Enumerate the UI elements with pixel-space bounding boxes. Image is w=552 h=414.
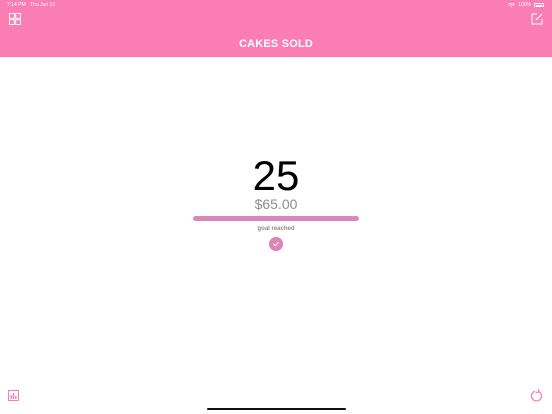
sold-amount: $65.00 bbox=[254, 196, 298, 212]
status-date: Thu Jun 13 bbox=[30, 2, 56, 8]
edit-icon[interactable] bbox=[531, 13, 543, 25]
wifi-icon bbox=[508, 2, 516, 7]
page-title: CAKES SOLD bbox=[238, 38, 314, 50]
goal-status-text: goal reached bbox=[257, 226, 295, 232]
status-right: 100% bbox=[508, 2, 544, 8]
grid-icon[interactable] bbox=[9, 13, 21, 25]
sold-count: 25 bbox=[252, 152, 300, 199]
battery-icon bbox=[534, 3, 544, 7]
reset-icon[interactable] bbox=[530, 389, 543, 402]
stats-icon[interactable] bbox=[8, 390, 19, 401]
home-indicator[interactable] bbox=[207, 408, 346, 410]
goal-progress-bar bbox=[193, 216, 359, 221]
status-bar: 7:14 PM Thu Jun 13 100% bbox=[0, 0, 552, 11]
checkmark-icon bbox=[269, 237, 283, 251]
goal-progress-fill bbox=[193, 216, 359, 221]
battery-percent: 100% bbox=[518, 2, 531, 8]
status-time: 7:14 PM bbox=[7, 2, 26, 8]
